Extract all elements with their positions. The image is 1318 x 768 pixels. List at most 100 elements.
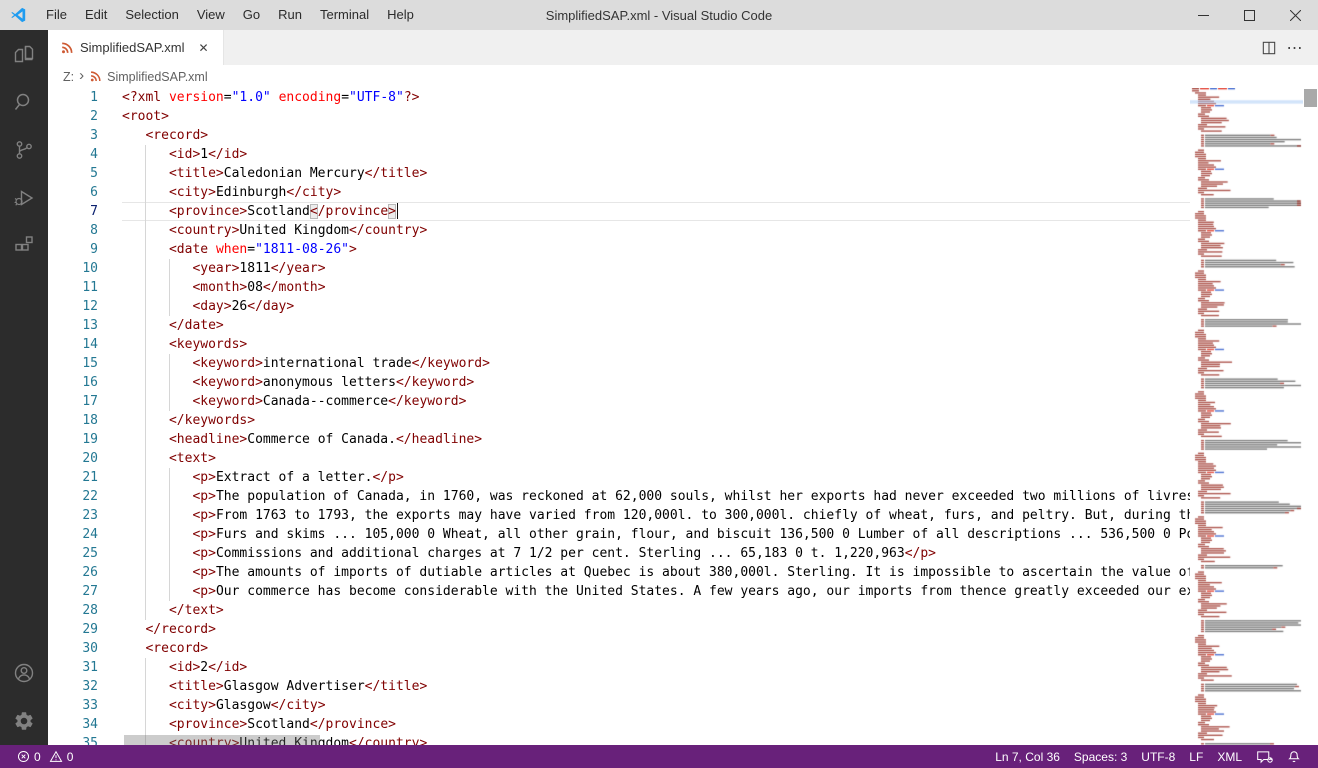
vertical-scrollbar[interactable]	[1303, 88, 1318, 745]
code-line[interactable]: 17 <keyword>Canada--commerce</keyword>	[48, 392, 1190, 411]
menu-view[interactable]: View	[188, 0, 234, 30]
code-line-content[interactable]: <title>Glasgow Advertiser</title>	[122, 677, 1190, 696]
code-line-content[interactable]: <province>Scotland</province>	[122, 202, 1190, 221]
code-line[interactable]: 14 <keywords>	[48, 335, 1190, 354]
code-line-content[interactable]: <province>Scotland</province>	[122, 715, 1190, 734]
code-line[interactable]: 22 <p>The population of Canada, in 1760,…	[48, 487, 1190, 506]
code-line-content[interactable]: <title>Caledonian Mercury</title>	[122, 164, 1190, 183]
code-line-content[interactable]: <p>Furs and skims ... 105,000 0 Wheat, a…	[122, 525, 1190, 544]
code-line[interactable]: 24 <p>Furs and skims ... 105,000 0 Wheat…	[48, 525, 1190, 544]
run-debug-icon[interactable]	[0, 174, 48, 222]
line-number[interactable]: 23	[48, 506, 98, 525]
settings-gear-icon[interactable]	[0, 697, 48, 745]
line-number[interactable]: 10	[48, 259, 98, 278]
notifications-bell-icon[interactable]	[1280, 745, 1308, 768]
code-line[interactable]: 1<?xml version="1.0" encoding="UTF-8"?>	[48, 88, 1190, 107]
code-line-content[interactable]: <city>Glasgow</city>	[122, 696, 1190, 715]
code-line[interactable]: 25 <p>Commissions and additional charges…	[48, 544, 1190, 563]
code-line-content[interactable]: <date when="1811-08-26">	[122, 240, 1190, 259]
code-line[interactable]: 31 <id>2</id>	[48, 658, 1190, 677]
split-editor-icon[interactable]	[1256, 35, 1282, 61]
code-line-content[interactable]: <day>26</day>	[122, 297, 1190, 316]
code-line-content[interactable]: <headline>Commerce of Canada.</headline>	[122, 430, 1190, 449]
line-number[interactable]: 33	[48, 696, 98, 715]
line-number[interactable]: 34	[48, 715, 98, 734]
line-number[interactable]: 29	[48, 620, 98, 639]
search-icon[interactable]	[0, 78, 48, 126]
tab-close-icon[interactable]: ✕	[195, 39, 213, 57]
line-number[interactable]: 26	[48, 563, 98, 582]
source-control-icon[interactable]	[0, 126, 48, 174]
code-line[interactable]: 2<root>	[48, 107, 1190, 126]
minimap[interactable]	[1190, 88, 1303, 745]
line-number[interactable]: 24	[48, 525, 98, 544]
tab-simplifiedsap-xml[interactable]: SimplifiedSAP.xml ✕	[48, 30, 224, 65]
code-line[interactable]: 6 <city>Edinburgh</city>	[48, 183, 1190, 202]
horizontal-scrollbar-thumb[interactable]	[124, 735, 320, 745]
code-line-content[interactable]: <root>	[122, 107, 1190, 126]
code-line-content[interactable]: <keyword>international trade</keyword>	[122, 354, 1190, 373]
code-line[interactable]: 21 <p>Extract of a letter.</p>	[48, 468, 1190, 487]
code-line[interactable]: 34 <province>Scotland</province>	[48, 715, 1190, 734]
language-mode[interactable]: XML	[1210, 745, 1249, 768]
code-line-content[interactable]: <month>08</month>	[122, 278, 1190, 297]
menu-go[interactable]: Go	[234, 0, 269, 30]
vertical-scrollbar-thumb[interactable]	[1304, 89, 1317, 107]
cursor-position[interactable]: Ln 7, Col 36	[988, 745, 1067, 768]
line-number[interactable]: 5	[48, 164, 98, 183]
code-line[interactable]: 19 <headline>Commerce of Canada.</headli…	[48, 430, 1190, 449]
menu-terminal[interactable]: Terminal	[311, 0, 378, 30]
line-number[interactable]: 8	[48, 221, 98, 240]
line-number[interactable]: 25	[48, 544, 98, 563]
line-number[interactable]: 22	[48, 487, 98, 506]
breadcrumb-drive[interactable]: Z:	[63, 70, 74, 84]
problems-indicator[interactable]: 0 0	[10, 745, 80, 768]
line-number[interactable]: 17	[48, 392, 98, 411]
code-line[interactable]: 11 <month>08</month>	[48, 278, 1190, 297]
line-number[interactable]: 30	[48, 639, 98, 658]
code-line-content[interactable]: <id>2</id>	[122, 658, 1190, 677]
minimize-button[interactable]	[1180, 0, 1226, 30]
line-number[interactable]: 12	[48, 297, 98, 316]
code-line[interactable]: 33 <city>Glasgow</city>	[48, 696, 1190, 715]
code-line-content[interactable]: <city>Edinburgh</city>	[122, 183, 1190, 202]
code-line-content[interactable]: </text>	[122, 601, 1190, 620]
code-line[interactable]: 16 <keyword>anonymous letters</keyword>	[48, 373, 1190, 392]
code-line-content[interactable]: <keyword>anonymous letters</keyword>	[122, 373, 1190, 392]
line-number[interactable]: 7	[48, 202, 98, 221]
code-line[interactable]: 27 <p>Our commerce has become considerab…	[48, 582, 1190, 601]
code-line[interactable]: 26 <p>The amounts of imports of dutiable…	[48, 563, 1190, 582]
menu-edit[interactable]: Edit	[76, 0, 116, 30]
code-line[interactable]: 30 <record>	[48, 639, 1190, 658]
line-number[interactable]: 6	[48, 183, 98, 202]
menu-file[interactable]: File	[37, 0, 76, 30]
line-number[interactable]: 19	[48, 430, 98, 449]
code-line-content[interactable]: <record>	[122, 126, 1190, 145]
line-number[interactable]: 1	[48, 88, 98, 107]
line-number[interactable]: 3	[48, 126, 98, 145]
code-line-content[interactable]: <p>Extract of a letter.</p>	[122, 468, 1190, 487]
breadcrumb-file[interactable]: SimplifiedSAP.xml	[107, 70, 208, 84]
code-line-content[interactable]: <id>1</id>	[122, 145, 1190, 164]
line-number[interactable]: 9	[48, 240, 98, 259]
code-line[interactable]: 32 <title>Glasgow Advertiser</title>	[48, 677, 1190, 696]
code-line[interactable]: 18 </keywords>	[48, 411, 1190, 430]
code-line[interactable]: 13 </date>	[48, 316, 1190, 335]
code-line-content[interactable]: </keywords>	[122, 411, 1190, 430]
code-line[interactable]: 10 <year>1811</year>	[48, 259, 1190, 278]
code-line-content[interactable]: <p>From 1763 to 1793, the exports may ha…	[122, 506, 1190, 525]
code-line-content[interactable]: </date>	[122, 316, 1190, 335]
line-number[interactable]: 27	[48, 582, 98, 601]
code-line-content[interactable]: <p>Our commerce has become considerable …	[122, 582, 1190, 601]
code-line[interactable]: 3 <record>	[48, 126, 1190, 145]
line-number[interactable]: 20	[48, 449, 98, 468]
code-line-content[interactable]: <p>The amounts of imports of dutiable ar…	[122, 563, 1190, 582]
line-number[interactable]: 35	[48, 734, 98, 745]
explorer-icon[interactable]	[0, 30, 48, 78]
code-line[interactable]: 29 </record>	[48, 620, 1190, 639]
line-number[interactable]: 4	[48, 145, 98, 164]
line-number[interactable]: 18	[48, 411, 98, 430]
close-button[interactable]	[1272, 0, 1318, 30]
encoding-setting[interactable]: UTF-8	[1134, 745, 1182, 768]
code-line-content[interactable]: </record>	[122, 620, 1190, 639]
